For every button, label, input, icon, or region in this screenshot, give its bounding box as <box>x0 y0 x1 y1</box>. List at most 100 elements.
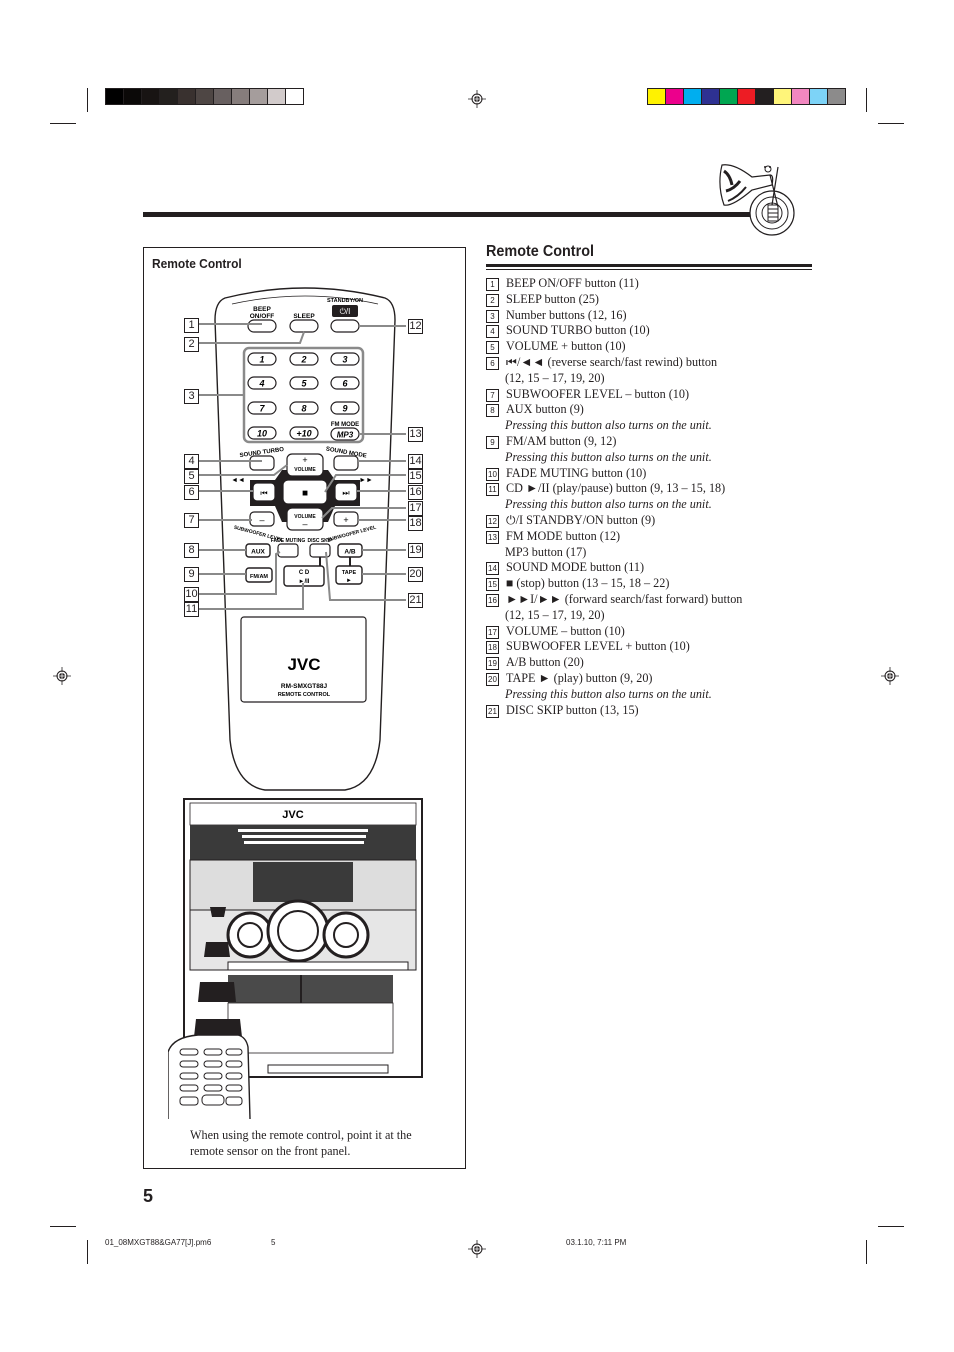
jvc-logo: JVC <box>287 655 320 674</box>
color-swatch <box>774 89 791 104</box>
sound-turbo-button[interactable] <box>249 455 275 471</box>
model-label: RM-SMXGT88J <box>281 683 328 690</box>
callout-number: 17 <box>408 501 423 516</box>
registration-mark-icon <box>881 667 899 685</box>
item-text: SUBWOOFER LEVEL + button (10) <box>506 639 690 654</box>
item-text: FM/AM button (9, 12) <box>506 433 617 448</box>
color-swatch <box>214 89 231 104</box>
color-swatch <box>124 89 141 104</box>
callout-number: 6 <box>184 485 199 500</box>
beep-label: BEEP <box>253 306 271 313</box>
item-number-badge: 12 <box>486 514 499 528</box>
svg-text:TAPE: TAPE <box>342 570 357 576</box>
list-item: 17 VOLUME – button (10) <box>486 624 826 640</box>
unit-jvc-logo: JVC <box>282 809 303 821</box>
item-text: AUX button (9) <box>506 402 584 417</box>
item-text: BEEP ON/OFF button (11) <box>506 276 639 290</box>
callout-number: 7 <box>184 513 199 528</box>
fade-muting-button[interactable] <box>277 543 299 558</box>
list-item: 10 FADE MUTING button (10) <box>486 466 826 482</box>
callout-number: 9 <box>184 567 199 582</box>
item-number-badge: 2 <box>486 293 499 307</box>
registration-mark-icon <box>468 90 486 108</box>
crop-mark <box>87 1240 88 1264</box>
list-item: 8 AUX button (9) <box>486 402 826 418</box>
callout-number: 10 <box>184 587 199 602</box>
on-off-label: ON/OFF <box>250 313 275 320</box>
section-title: Remote Control <box>486 243 594 260</box>
grayscale-color-bar <box>105 88 304 105</box>
panel-title: Remote Control <box>152 256 242 271</box>
list-item: 15 ■ (stop) button (13 – 15, 18 – 22) <box>486 576 826 592</box>
item-number-badge: 5 <box>486 341 499 355</box>
callout-number: 5 <box>184 469 199 484</box>
list-item: 11 CD ►/II (play/pause) button (9, 13 – 1… <box>486 481 826 497</box>
list-item: 13 FM MODE button (12) <box>486 529 826 545</box>
item-number-badge: 9 <box>486 435 499 449</box>
crop-mark <box>866 1240 867 1264</box>
callout-number: 4 <box>184 454 199 469</box>
color-swatch <box>106 89 123 104</box>
button-list: 1 BEEP ON/OFF button (11) 2 SLEEP button (2… <box>486 276 826 718</box>
item-number-badge: 15 <box>486 578 499 592</box>
sleep-button[interactable] <box>289 319 319 333</box>
item-text: VOLUME – button (10) <box>506 623 625 638</box>
callout-number: 8 <box>184 543 199 558</box>
remote-control-label: REMOTE CONTROL <box>278 692 331 698</box>
number-label: 3 <box>342 355 347 365</box>
item-note: Pressing this button also turns on the u… <box>505 686 712 701</box>
callout-number: 12 <box>408 319 423 334</box>
callout-number: 13 <box>408 427 423 442</box>
color-swatch <box>196 89 213 104</box>
color-swatch <box>810 89 827 104</box>
color-swatch <box>250 89 267 104</box>
list-item: 1 BEEP ON/OFF button (11) <box>486 276 826 292</box>
item-number-badge: 20 <box>486 672 499 686</box>
svg-text:■: ■ <box>302 488 308 499</box>
standby-button[interactable] <box>330 319 360 333</box>
svg-text:►: ► <box>346 578 352 584</box>
title-rule <box>486 264 812 267</box>
svg-text:FM/AM: FM/AM <box>250 574 268 580</box>
sound-mode-button[interactable] <box>333 455 359 471</box>
item-number-badge: 4 <box>486 325 499 339</box>
svg-text:⏭: ⏭ <box>342 489 349 498</box>
item-number-badge: 18 <box>486 641 499 655</box>
item-text: SLEEP button (25) <box>506 291 599 306</box>
svg-text:–: – <box>259 515 264 525</box>
list-item: 20 TAPE ► (play) button (9, 20) <box>486 671 826 687</box>
svg-text:–: – <box>302 519 307 529</box>
crop-mark <box>50 1226 76 1227</box>
number-label: 1 <box>259 355 264 365</box>
color-swatch <box>232 89 249 104</box>
list-item: 3 Number buttons (12, 16) <box>486 308 826 324</box>
item-number-badge: 16 <box>486 593 499 607</box>
beep-button[interactable] <box>247 319 277 333</box>
item-number-badge: 17 <box>486 625 499 639</box>
callout-number: 1 <box>184 318 199 333</box>
item-text: DISC SKIP button (13, 15) <box>506 702 639 717</box>
registration-mark-icon <box>468 1240 486 1258</box>
callout-number: 15 <box>408 469 423 484</box>
item-number-badge: 13 <box>486 530 499 544</box>
list-item: 6 ⏮/◄◄ (reverse search/fast rewind) butto… <box>486 355 826 371</box>
standby-label: STANDBY/ON <box>327 298 363 304</box>
color-swatch <box>684 89 701 104</box>
item-number-badge: 8 <box>486 404 499 418</box>
svg-text:+: + <box>302 455 307 465</box>
sleep-label: SLEEP <box>293 313 315 320</box>
svg-text:⏮: ⏮ <box>260 489 267 498</box>
number-label: +10 <box>296 429 311 439</box>
svg-text:A/B: A/B <box>344 549 356 556</box>
color-swatch <box>666 89 683 104</box>
callout-number: 3 <box>184 389 199 404</box>
usage-caption: When using the remote control, point it … <box>190 1128 412 1158</box>
fm-mode-label: FM MODE <box>331 422 359 428</box>
item-text: ■ (stop) button (13 – 15, 18 – 22) <box>506 576 670 591</box>
main-unit-diagram: JVC <box>168 798 423 1119</box>
svg-text:AUX: AUX <box>251 549 265 556</box>
list-item: 9 FM/AM button (9, 12) <box>486 434 826 450</box>
list-item: 7 SUBWOOFER LEVEL – button (10) <box>486 387 826 403</box>
item-number-badge: 3 <box>486 309 499 323</box>
item-note: Pressing this button also turns on the u… <box>505 449 712 464</box>
